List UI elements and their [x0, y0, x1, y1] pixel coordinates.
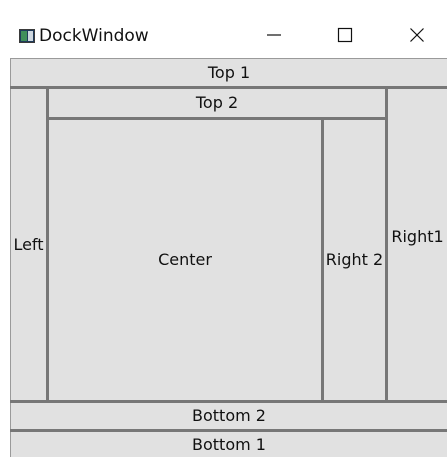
dock-bottom2-label: Bottom 2 [192, 406, 266, 425]
window-title: DockWindow [39, 26, 149, 46]
dock-right1-label: Right1 [391, 226, 444, 246]
window-app-icon [19, 29, 35, 43]
maximize-icon [337, 27, 353, 43]
minimize-icon [267, 34, 281, 36]
dock-right1: Right1 [388, 89, 447, 400]
dock-left-label: Left [13, 234, 44, 254]
dock-top2: Top 2 [49, 89, 385, 117]
close-icon [410, 28, 424, 42]
dock-top1-label: Top 1 [207, 62, 251, 82]
dock-top2-label: Top 2 [195, 93, 239, 112]
dock-right2: Right 2 [324, 120, 385, 400]
dock-panel: Top 1 Left Top 2 Center Right 2 Right1 B… [10, 58, 447, 457]
dock-center-label: Center [158, 250, 212, 269]
minimize-button[interactable] [249, 15, 299, 55]
dock-right2-label: Right 2 [325, 250, 384, 269]
dock-left: Left [11, 89, 46, 400]
dock-bottom1: Bottom 1 [11, 432, 447, 457]
title-bar[interactable]: DockWindow [0, 0, 447, 58]
maximize-button[interactable] [320, 15, 370, 55]
dock-center: Center [49, 120, 321, 400]
dock-window: DockWindow Top 1 Left Top 2 Center Right… [0, 0, 447, 457]
close-button[interactable] [392, 15, 442, 55]
dock-bottom2: Bottom 2 [11, 403, 447, 429]
dock-bottom1-label: Bottom 1 [192, 434, 266, 454]
dock-top1: Top 1 [11, 59, 447, 86]
